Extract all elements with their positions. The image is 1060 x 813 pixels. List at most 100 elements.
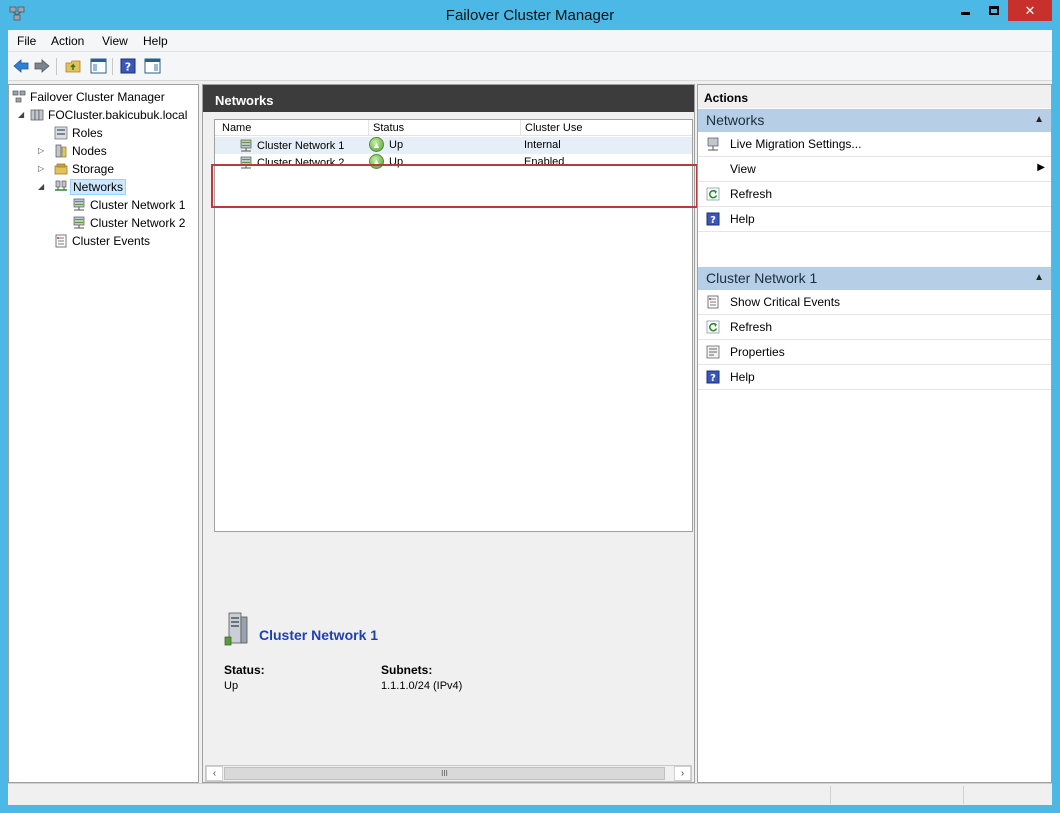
live-migration-icon (707, 137, 719, 151)
tree-label: Cluster Network 1 (90, 197, 186, 212)
pane-header: Networks (203, 85, 694, 112)
network-icon (73, 216, 85, 228)
tree-label: Roles (72, 125, 103, 140)
row-cluster-use: Internal (524, 139, 561, 151)
expand-arrow-icon[interactable]: ▷ (38, 164, 46, 174)
chevron-right-icon: › (680, 768, 685, 779)
scroll-right-button[interactable]: › (674, 766, 691, 781)
actions-title: Actions (698, 85, 1051, 108)
help-book-icon: ? (120, 58, 136, 74)
results-pane: Networks Name Status Cluster Use Cluster… (202, 84, 698, 783)
close-button[interactable]: ✕ (1008, 0, 1052, 21)
action-live-migration-settings[interactable]: Live Migration Settings... (698, 132, 1051, 157)
action-label: Refresh (730, 320, 773, 334)
table-row[interactable]: Cluster Network 1 ▲ Up Internal (215, 137, 692, 154)
tree-item-nodes[interactable]: ▷ Nodes (38, 142, 107, 159)
scroll-thumb[interactable]: III (224, 767, 665, 780)
tree-item-cluster[interactable]: ◢ FOCluster.bakicubuk.local (18, 106, 187, 123)
action-help[interactable]: ? Help (698, 365, 1051, 390)
collapse-caret-icon[interactable]: ▲ (1034, 114, 1044, 125)
action-properties[interactable]: Properties (698, 340, 1051, 365)
subnets-label: Subnets: (381, 663, 433, 677)
action-refresh[interactable]: Refresh (698, 315, 1051, 340)
window-title: Failover Cluster Manager (445, 7, 615, 24)
detail-title: Cluster Network 1 (259, 627, 379, 643)
action-refresh[interactable]: Refresh (698, 182, 1051, 207)
row-name: Cluster Network 1 (257, 140, 345, 152)
action-view[interactable]: View ▶ (698, 157, 1051, 182)
column-header-cluster-use[interactable]: Cluster Use (525, 122, 582, 134)
tree-label: Failover Cluster Manager (30, 89, 165, 104)
menu-action[interactable]: Action (51, 34, 84, 48)
expand-arrow-icon[interactable]: ▷ (38, 146, 46, 156)
status-panel (963, 786, 964, 804)
properties-icon (706, 345, 720, 359)
svg-text:?: ? (125, 61, 131, 74)
menu-help[interactable]: Help (143, 34, 168, 48)
menu-bar: File Action View Help (8, 30, 1052, 52)
show-hide-tree-button[interactable] (88, 56, 108, 76)
actions-pane: Actions Networks ▲ Live Migration Settin… (697, 84, 1052, 783)
submenu-arrow-icon: ▶ (1037, 162, 1045, 173)
networks-icon (55, 180, 67, 191)
group-title: Networks (706, 112, 765, 128)
refresh-icon (706, 187, 720, 201)
details-pane: Cluster Network 1 Status: Up Subnets: 1.… (203, 563, 694, 793)
svg-text:?: ? (710, 215, 716, 226)
console-tree-icon (90, 58, 106, 74)
console-tree: Failover Cluster Manager ◢ FOCluster.bak… (8, 84, 199, 783)
action-pane-icon (144, 58, 160, 74)
collapse-arrow-icon[interactable]: ◢ (18, 110, 26, 120)
tree-item-roles[interactable]: Roles (54, 124, 103, 141)
network-icon (73, 198, 85, 210)
action-group-networks[interactable]: Networks ▲ (698, 109, 1051, 132)
horizontal-scrollbar[interactable]: ‹ III › (205, 765, 692, 782)
action-label: Help (730, 370, 755, 384)
collapse-caret-icon[interactable]: ▲ (1034, 272, 1044, 283)
help-icon: ? (706, 212, 720, 226)
toolbar-separator (56, 58, 57, 75)
tree-item-root[interactable]: Failover Cluster Manager (12, 88, 165, 105)
tree-item-networks[interactable]: ◢ Networks (38, 178, 127, 195)
maximize-icon (989, 6, 999, 15)
status-bar (8, 783, 1052, 805)
forward-button[interactable] (32, 56, 52, 76)
column-header-status[interactable]: Status (373, 122, 404, 134)
tree-item-cluster-network-2[interactable]: Cluster Network 2 (72, 214, 185, 231)
collapse-arrow-icon[interactable]: ◢ (38, 182, 46, 192)
column-separator[interactable] (368, 120, 369, 136)
title-bar[interactable]: Failover Cluster Manager ✕ (0, 0, 1060, 30)
column-separator[interactable] (520, 120, 521, 136)
action-group-cluster-network-1[interactable]: Cluster Network 1 ▲ (698, 267, 1051, 290)
tree-label: Cluster Events (72, 233, 151, 248)
action-label: Show Critical Events (730, 295, 841, 309)
maximize-button[interactable] (980, 0, 1008, 21)
column-header-name[interactable]: Name (222, 122, 251, 134)
show-hide-action-pane-button[interactable] (142, 56, 162, 76)
close-icon: ✕ (1024, 2, 1036, 18)
status-panel (830, 786, 831, 804)
roles-icon (54, 126, 68, 139)
action-show-critical-events[interactable]: Show Critical Events (698, 290, 1051, 315)
refresh-icon (706, 320, 720, 334)
status-value: Up (224, 680, 239, 692)
scroll-left-button[interactable]: ‹ (206, 766, 223, 781)
tree-label: Nodes (72, 143, 107, 158)
storage-icon (54, 163, 68, 174)
client-area: File Action View Help ? Failover Cluster… (8, 30, 1052, 805)
minimize-button[interactable] (951, 0, 979, 21)
events-log-icon (707, 295, 719, 309)
tree-item-cluster-network-1[interactable]: Cluster Network 1 (72, 196, 185, 213)
tree-item-storage[interactable]: ▷ Storage (38, 160, 114, 177)
folder-up-icon (65, 60, 81, 73)
toolbar: ? (8, 52, 1052, 81)
help-button[interactable]: ? (118, 56, 138, 76)
action-help[interactable]: ? Help (698, 207, 1051, 232)
menu-file[interactable]: File (17, 34, 36, 48)
server-icon (224, 612, 248, 646)
menu-view[interactable]: View (102, 34, 128, 48)
tree-item-cluster-events[interactable]: Cluster Events (54, 232, 150, 249)
up-one-level-button[interactable] (63, 56, 83, 76)
back-button[interactable] (11, 56, 31, 76)
chevron-left-icon: ‹ (212, 768, 217, 779)
